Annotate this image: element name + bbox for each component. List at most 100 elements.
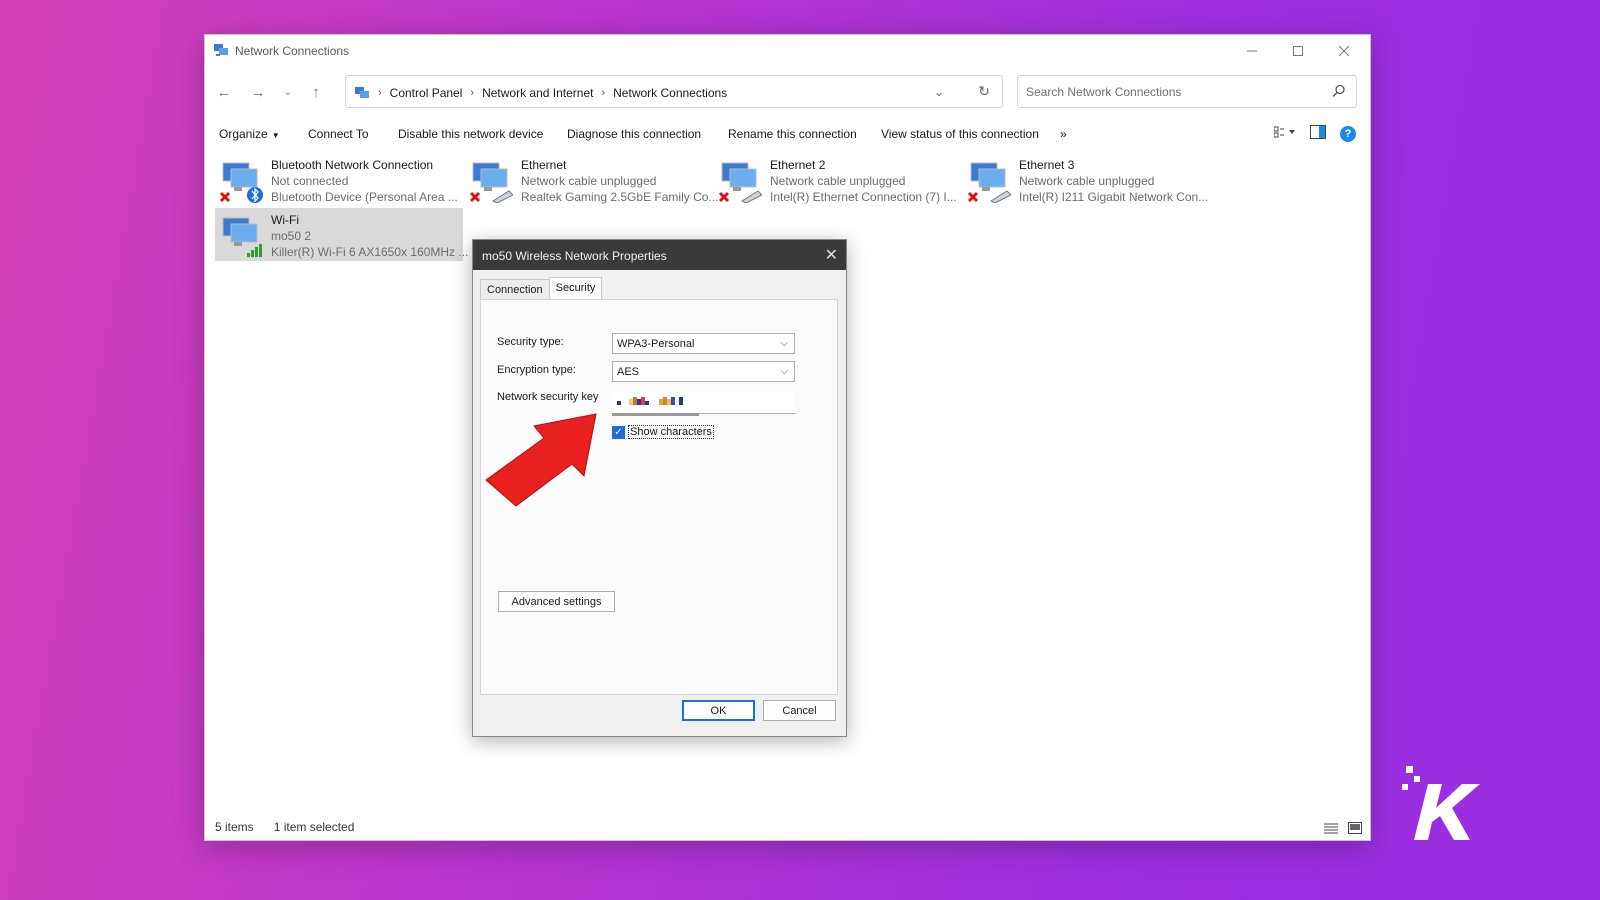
arrow-left-icon: ← [216,83,232,101]
selection-count: 1 item selected [273,820,355,834]
connection-item-ethernet-2[interactable]: Ethernet 2 Network cable unplugged Intel… [714,153,962,206]
chevron-down-icon: ⌄ [283,86,293,98]
view-status-button[interactable]: View status of this connection [881,127,1039,141]
tab-security[interactable]: Security [548,277,603,300]
breadcrumb-separator-icon: › [378,87,382,99]
disable-device-button[interactable]: Disable this network device [398,127,543,141]
minimize-icon [1247,50,1257,52]
show-characters-checkbox[interactable]: ✓ [612,425,625,439]
chevron-down-icon: ⌵ [780,366,788,377]
key-field-underline [612,413,699,416]
security-type-value: WPA3-Personal [617,338,695,350]
connection-device: Bluetooth Device (Personal Area ... [271,190,458,204]
search-placeholder: Search Network Connections [1026,85,1182,99]
organize-label: Organize [219,127,268,141]
connection-name: Ethernet 3 [1019,158,1075,172]
breadcrumb: › Control Panel › Network and Internet ›… [354,85,727,101]
encryption-type-label: Encryption type: [497,364,576,376]
caret-down-icon: ▼ [271,131,280,140]
view-controls: ? [1273,125,1356,142]
breadcrumb-network-and-internet[interactable]: Network and Internet [482,86,593,100]
encryption-type-value: AES [617,366,640,378]
ethernet-icon [469,162,513,203]
advanced-settings-button[interactable]: Advanced settings [498,591,615,612]
connection-status: Network cable unplugged [770,174,906,188]
rename-button[interactable]: Rename this connection [728,127,857,141]
title-bar: Network Connections [205,35,1370,65]
command-bar: Organize ▼ Connect To Disable this networ… [205,119,1370,147]
connection-item-wifi[interactable]: Wi-Fi mo50 2 Killer(R) Wi-Fi 6 AX1650x 1… [215,208,468,261]
more-commands-button[interactable]: » [1060,127,1067,141]
dialog-close-icon[interactable]: ✕ [825,245,838,265]
connection-item-bluetooth[interactable]: Bluetooth Network Connection Not connect… [215,153,463,206]
connection-status: Not connected [271,174,349,188]
connection-name: Wi-Fi [271,213,299,227]
recent-locations-button[interactable]: ⌄ [277,81,299,103]
preview-pane-icon[interactable] [1310,125,1326,142]
search-icon [1332,84,1345,97]
red-arrow-icon [485,413,597,507]
connection-status: Network cable unplugged [521,174,657,188]
security-type-label: Security type: [497,336,564,348]
show-characters-label[interactable]: Show characters [628,425,714,439]
connection-device: Intel(R) Ethernet Connection (7) I... [770,190,957,204]
back-button[interactable]: ← [213,81,235,103]
arrow-right-icon: → [250,83,266,101]
address-row: ← → ⌄ ↑ › Control Panel › Network and In… [205,75,1370,109]
connection-name: Ethernet 2 [770,158,826,172]
dialog-title: mo50 Wireless Network Properties [482,249,667,263]
search-input[interactable]: Search Network Connections [1017,75,1357,108]
breadcrumb-separator-icon: › [470,87,475,99]
forward-button[interactable]: → [247,81,269,103]
maximize-button[interactable] [1276,39,1320,63]
ethernet-icon [718,162,762,203]
close-window-button[interactable] [1322,39,1366,63]
connection-name: Bluetooth Network Connection [271,158,434,172]
arrow-up-icon: ↑ [312,83,320,101]
network-key-field[interactable] [612,392,795,416]
help-icon[interactable]: ? [1340,125,1356,142]
connection-item-ethernet[interactable]: Ethernet Network cable unplugged Realtek… [465,153,718,206]
bluetooth-network-icon [219,162,263,203]
security-type-select[interactable]: WPA3-Personal ⌵ [612,333,795,354]
connection-device: Intel(R) I211 Gigabit Network Con... [1019,190,1209,204]
details-view-icon[interactable] [1324,822,1338,834]
organize-menu[interactable]: Organize ▼ [219,127,280,141]
show-characters-row[interactable]: ✓ Show characters [612,425,714,439]
control-panel-icon [355,87,369,98]
connection-status: mo50 2 [271,229,312,243]
minimize-button[interactable] [1230,39,1274,63]
status-view-controls [1324,822,1362,834]
wifi-icon [222,217,262,257]
ok-button[interactable]: OK [682,700,755,721]
up-button[interactable]: ↑ [305,81,327,103]
pixelated-key-icon [617,397,683,405]
connection-item-ethernet-3[interactable]: Ethernet 3 Network cable unplugged Intel… [963,153,1211,206]
maximize-icon [1293,46,1303,56]
breadcrumb-network-connections[interactable]: Network Connections [613,86,727,100]
chevron-down-icon: ⌵ [780,338,788,349]
refresh-icon[interactable]: ↻ [978,83,990,100]
connection-device: Killer(R) Wi-Fi 6 AX1650x 160MHz ... [271,245,469,259]
cancel-button[interactable]: Cancel [763,700,836,721]
breadcrumb-control-panel[interactable]: Control Panel [390,86,463,100]
breadcrumb-separator-icon: › [601,87,606,99]
encryption-type-select[interactable]: AES ⌵ [612,361,795,382]
connection-name: Ethernet [521,158,567,172]
window-title: Network Connections [235,44,350,58]
large-icons-view-icon[interactable] [1348,822,1362,834]
connect-to-button[interactable]: Connect To [308,127,369,141]
dialog-title-bar: mo50 Wireless Network Properties ✕ [473,240,846,270]
close-icon [1339,46,1349,56]
brand-logo-icon [1402,766,1480,840]
network-connections-app-icon [214,44,228,56]
address-dropdown-icon[interactable]: ⌄ [934,85,944,99]
connection-device: Realtek Gaming 2.5GbE Family Co... [521,190,719,204]
item-count: 5 items [215,820,254,834]
ethernet-icon [967,162,1011,203]
address-bar[interactable]: › Control Panel › Network and Internet ›… [345,75,1003,108]
change-view-icon[interactable] [1273,126,1296,141]
diagnose-button[interactable]: Diagnose this connection [567,127,701,141]
connection-status: Network cable unplugged [1019,174,1155,188]
status-bar: 5 items 1 item selected [215,820,354,834]
